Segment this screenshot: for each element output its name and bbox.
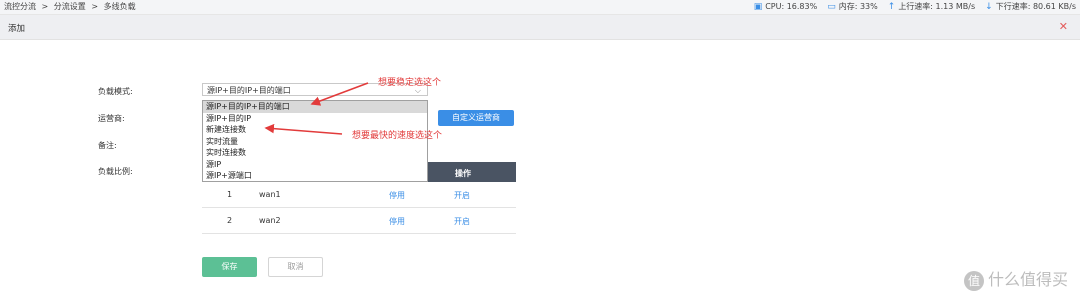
watermark: 值什么值得买 (963, 266, 1068, 291)
arrow-fastest (264, 123, 343, 135)
annotation-stable: 想要稳定选这个 (378, 78, 442, 88)
watermark-logo: 值 (963, 270, 984, 291)
annotation-fastest: 想要最快的速度选这个 (352, 131, 443, 141)
arrow-stable (310, 82, 369, 106)
watermark-text: 什么值得买 (987, 270, 1068, 289)
annotation-arrows (264, 82, 369, 135)
